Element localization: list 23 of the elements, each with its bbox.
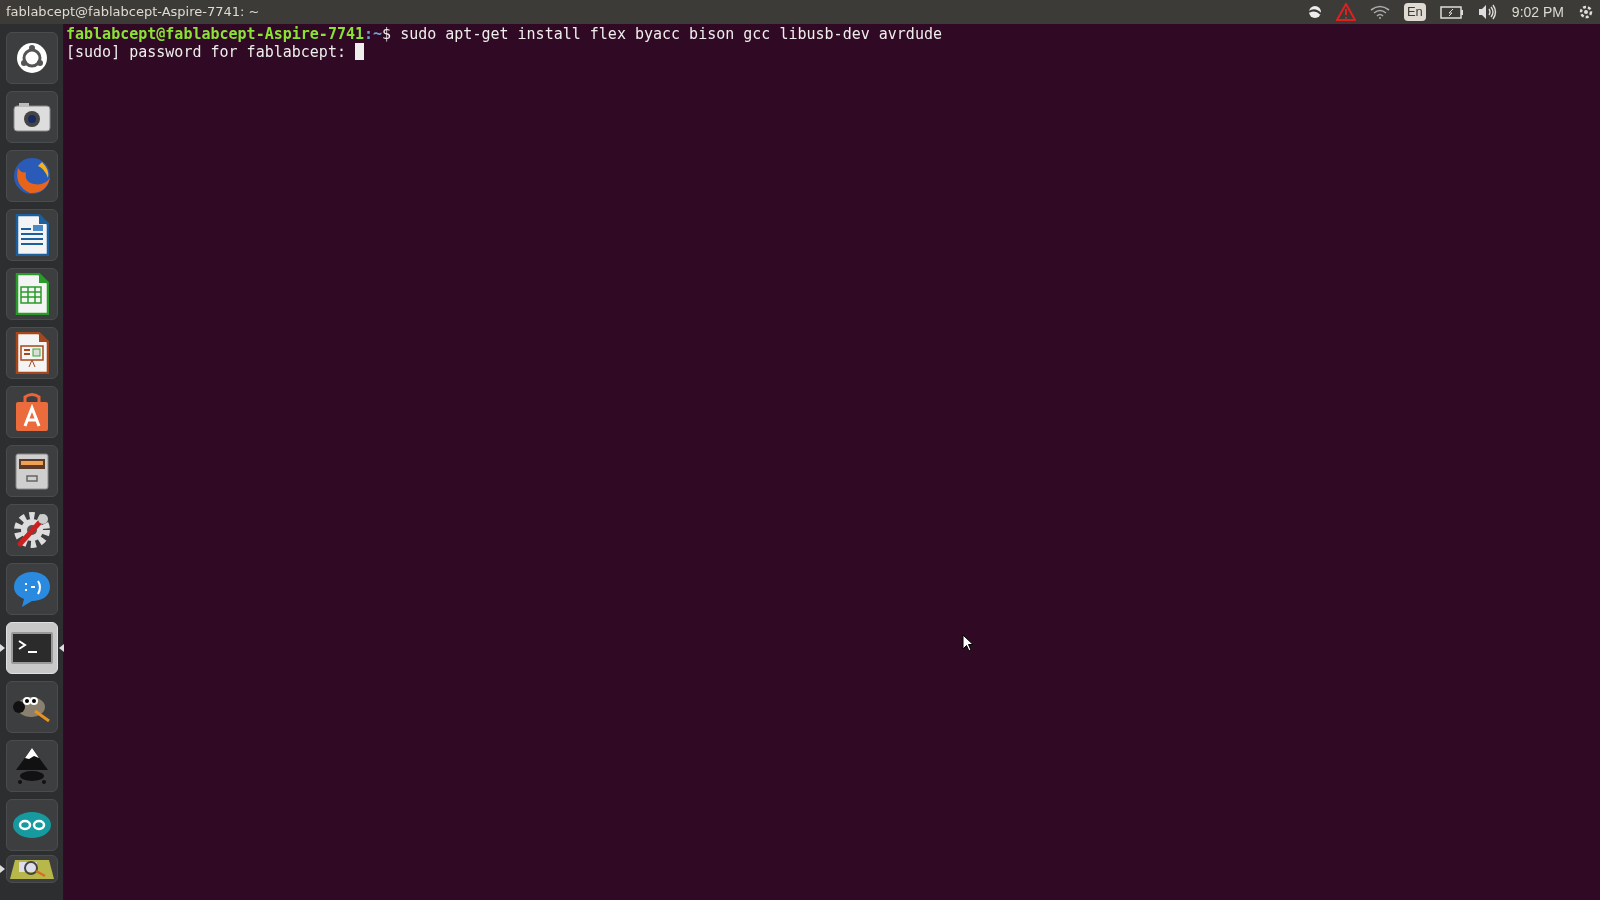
- presentation-icon: [15, 331, 49, 374]
- document-icon: [15, 213, 49, 256]
- text-cursor: [355, 43, 364, 60]
- gear-wrench-icon: [12, 509, 52, 550]
- clock[interactable]: 9:02 PM: [1511, 1, 1564, 23]
- infinity-logo-icon: [12, 810, 52, 839]
- wifi-icon[interactable]: [1369, 5, 1390, 19]
- terminal-line: [sudo] password for fablabcept:: [66, 43, 347, 61]
- power-icon[interactable]: [1578, 4, 1594, 20]
- spreadsheet-icon: [15, 272, 49, 315]
- file-cabinet-icon: [14, 451, 50, 490]
- window-title: fablabcept@fablabcept-Aspire-7741: ~: [6, 3, 260, 22]
- volume-icon[interactable]: [1477, 4, 1498, 20]
- shopping-bag-icon: [14, 391, 50, 432]
- sync-icon[interactable]: [1307, 6, 1322, 18]
- camera-icon: [13, 101, 51, 132]
- battery-icon[interactable]: [1439, 5, 1464, 19]
- globe-fox-icon: [12, 155, 52, 196]
- terminal-line: fablabcept@fablabcept-Aspire-7741:~$ sudo apt-get install flex byacc bison gcc libusb-dev avrdude: [66, 25, 942, 43]
- ubuntu-logo-icon: [15, 40, 49, 75]
- keyboard-layout-indicator[interactable]: En: [1403, 3, 1426, 21]
- mouse-pointer-icon: [962, 634, 974, 652]
- terminal-icon: [11, 631, 53, 664]
